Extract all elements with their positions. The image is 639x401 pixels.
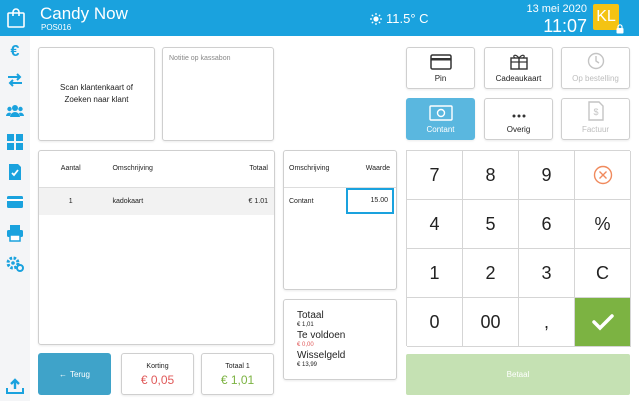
on-order-button[interactable]: Op bestelling	[561, 47, 630, 89]
total-value: € 1,01	[297, 322, 314, 328]
total1-label: Totaal 1	[225, 363, 250, 370]
gift-icon	[509, 54, 528, 70]
printer-icon[interactable]	[6, 224, 24, 242]
change-label: Wisselgeld	[297, 350, 346, 361]
items-header-row: Aantal Omschrijving Totaal	[39, 151, 274, 188]
pay-button[interactable]: Betaal	[406, 354, 630, 395]
key-6[interactable]: 6	[519, 200, 575, 249]
back-button[interactable]: ← Terug	[38, 353, 111, 395]
invoice-icon: $	[587, 101, 604, 121]
euro-icon[interactable]: €	[6, 43, 24, 61]
payments-table: Omschrijving Waarde Contant 15.00	[283, 150, 397, 290]
store-code: POS016	[41, 23, 72, 32]
pin-button[interactable]: Pin	[406, 47, 475, 89]
key-00[interactable]: 00	[463, 298, 519, 347]
giftcard-label: Cadeaukaart	[495, 74, 542, 83]
time: 11:07	[543, 16, 587, 36]
card-icon[interactable]	[6, 193, 24, 211]
arrow-left-icon: ←	[58, 369, 67, 379]
customer-search-text: Scan klantenkaart of Zoeken naar klant	[60, 83, 133, 104]
column-header-pay-value: Waarde	[337, 151, 396, 188]
other-button[interactable]: Overig	[484, 98, 553, 140]
receipt-note-placeholder: Notitie op kassabon	[169, 55, 231, 62]
giftcard-button[interactable]: Cadeaukaart	[484, 47, 553, 89]
payment-value-input[interactable]: 15.00	[346, 188, 394, 215]
key-0[interactable]: 0	[407, 298, 463, 347]
column-header-pay-desc: Omschrijving	[284, 151, 338, 188]
document-check-icon[interactable]	[6, 163, 24, 181]
total1-value: € 1,01	[220, 373, 255, 387]
shopping-bag-icon	[7, 8, 25, 28]
checkmark-icon	[591, 314, 614, 331]
item-qty: 1	[39, 187, 103, 215]
cash-icon	[428, 105, 453, 121]
cash-label: Contant	[426, 125, 455, 134]
customers-icon[interactable]	[6, 102, 24, 120]
cash-button[interactable]: Contant	[406, 98, 475, 140]
confirm-button[interactable]	[575, 298, 631, 347]
column-header-desc: Omschrijving	[102, 151, 209, 188]
discount-value: € 0,05	[140, 373, 175, 387]
settings-icon[interactable]	[6, 255, 24, 273]
numeric-keypad: 7 8 9 4 5 6 % 1 2 3 C 0 00 ,	[406, 150, 631, 347]
payment-desc: Contant	[289, 197, 314, 205]
column-header-total: Totaal	[208, 151, 274, 188]
change-value: € 13,99	[297, 362, 318, 368]
key-percent[interactable]: %	[575, 200, 631, 249]
clock-icon	[587, 52, 604, 70]
pin-label: Pin	[434, 74, 447, 83]
sidebar: €	[0, 36, 30, 401]
total-label: Totaal	[297, 310, 324, 321]
key-8[interactable]: 8	[463, 151, 519, 200]
total1-button[interactable]: Totaal 1 € 1,01	[201, 353, 274, 395]
date: 13 mei 2020	[526, 3, 587, 15]
payments-header-row: Omschrijving Waarde	[284, 151, 396, 188]
back-label: Terug	[69, 369, 90, 379]
transfer-icon[interactable]	[6, 71, 24, 89]
on-order-label: Op bestelling	[572, 74, 619, 83]
key-cancel[interactable]	[575, 151, 631, 200]
table-row[interactable]: Contant 15.00	[284, 187, 396, 215]
key-comma[interactable]: ,	[519, 298, 575, 347]
lock-icon[interactable]	[615, 24, 625, 34]
due-value: € 0,00	[297, 342, 314, 348]
totals-summary: Totaal € 1,01 Te voldoen € 0,00 Wisselge…	[283, 299, 397, 380]
temperature: 11.5° C	[386, 11, 429, 26]
dashboard-icon[interactable]	[6, 133, 24, 151]
cancel-circle-icon	[593, 165, 612, 185]
key-3[interactable]: 3	[519, 249, 575, 298]
other-label: Overig	[506, 125, 531, 134]
invoice-label: Factuur	[581, 125, 610, 134]
weather: 11.5° C	[370, 11, 429, 26]
card-icon	[429, 54, 452, 70]
key-2[interactable]: 2	[463, 249, 519, 298]
items-table: Aantal Omschrijving Totaal 1 kadokaart €…	[38, 150, 275, 345]
key-clear[interactable]: C	[575, 249, 631, 298]
due-label: Te voldoen	[297, 330, 346, 341]
key-1[interactable]: 1	[407, 249, 463, 298]
key-7[interactable]: 7	[407, 151, 463, 200]
key-4[interactable]: 4	[407, 200, 463, 249]
upload-icon[interactable]	[6, 377, 24, 395]
sun-icon	[370, 12, 382, 25]
discount-label: Korting	[146, 363, 169, 370]
more-icon	[512, 114, 525, 118]
receipt-note-field[interactable]: Notitie op kassabon	[162, 47, 274, 141]
column-header-qty: Aantal	[39, 151, 103, 188]
app-title: Candy Now	[40, 4, 128, 23]
key-5[interactable]: 5	[463, 200, 519, 249]
item-total: € 1.01	[208, 187, 274, 215]
table-row[interactable]: 1 kadokaart € 1.01	[39, 187, 274, 215]
invoice-button[interactable]: $ Factuur	[561, 98, 630, 140]
item-desc: kadokaart	[102, 187, 209, 215]
svg-text:$: $	[593, 107, 598, 117]
key-9[interactable]: 9	[519, 151, 575, 200]
customer-search-box[interactable]: Scan klantenkaart of Zoeken naar klant	[38, 47, 155, 141]
discount-button[interactable]: Korting € 0,05	[121, 353, 194, 395]
top-bar: Candy Now POS016 11.5° C 13 mei 2020 11:…	[0, 0, 639, 36]
